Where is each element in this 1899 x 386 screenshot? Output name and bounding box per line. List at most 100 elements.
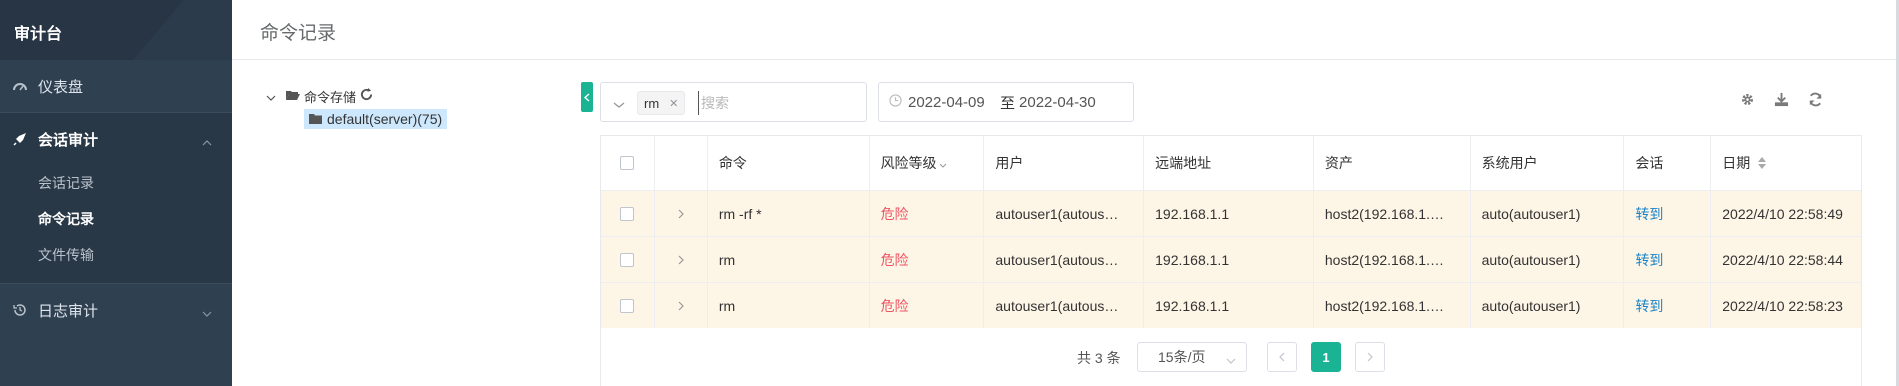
- expand-header-cell: [655, 136, 708, 190]
- sort-icon[interactable]: [1758, 157, 1767, 169]
- cell-date: 2022/4/10 22:58:23: [1722, 297, 1843, 314]
- chevron-down-icon[interactable]: [613, 96, 625, 112]
- row-checkbox[interactable]: [620, 206, 635, 221]
- column-header-session[interactable]: 会话: [1624, 136, 1712, 190]
- dashboard-icon: [12, 78, 28, 94]
- cell-system-user: auto(autouser1): [1471, 283, 1625, 328]
- cell-asset: host2(192.168.1.…: [1314, 191, 1471, 236]
- filter-tag-label: rm: [644, 95, 660, 111]
- command-table: 命令 风险等级 用户 远端地址 资产 系统用户 会话 日期 rm -rf * 危…: [600, 135, 1862, 330]
- chevron-left-icon: [1279, 352, 1285, 362]
- table-tools: [1738, 90, 1824, 108]
- chevron-right-icon[interactable]: [678, 252, 684, 268]
- date-end[interactable]: 2022-04-30: [1019, 94, 1107, 111]
- row-expand-cell: [655, 237, 708, 282]
- rocket-icon: [12, 131, 28, 147]
- table-row[interactable]: rm 危险 autouser1(autous… 192.168.1.1 host…: [601, 237, 1861, 283]
- session-audit-submenu: 会话记录 命令记录 文件传输: [0, 165, 232, 283]
- filter-tag: rm ✕: [637, 91, 686, 115]
- column-header-date[interactable]: 日期: [1711, 136, 1861, 190]
- column-header-remote[interactable]: 远端地址: [1144, 136, 1314, 190]
- storage-tree: 命令存储 default(server)(75): [266, 86, 448, 129]
- sidebar-item-dashboard[interactable]: 仪表盘: [0, 60, 232, 112]
- brand-shade: [99, 0, 232, 60]
- page-button-current[interactable]: 1: [1311, 342, 1341, 372]
- history-icon: [12, 302, 28, 318]
- goto-session-link[interactable]: 转到: [1624, 283, 1712, 328]
- chevron-down-icon: [1226, 351, 1236, 367]
- prev-page-button[interactable]: [1267, 342, 1297, 372]
- date-range-picker[interactable]: 2022-04-09 至 2022-04-30: [878, 82, 1134, 122]
- cell-user: autouser1(autous…: [984, 191, 1145, 236]
- chevron-left-icon: [584, 92, 590, 102]
- chevron-down-icon[interactable]: [266, 89, 276, 104]
- tree-toggle-button[interactable]: [581, 82, 593, 112]
- page-header: 命令记录: [232, 0, 1896, 60]
- chevron-right-icon[interactable]: [678, 206, 684, 222]
- cell-risk: 危险: [870, 191, 985, 236]
- cell-command: rm: [708, 283, 870, 328]
- cell-remote: 192.168.1.1: [1144, 283, 1314, 328]
- tree-node-label: default(server)(75): [327, 111, 443, 127]
- column-header-user[interactable]: 用户: [984, 136, 1145, 190]
- column-header-label: 风险等级: [880, 155, 937, 171]
- chevron-down-icon: [202, 304, 212, 321]
- sidebar-subitem-command-records[interactable]: 命令记录: [0, 201, 232, 237]
- pagination: 共 3 条 15条/页 1: [600, 328, 1862, 386]
- goto-session-link[interactable]: 转到: [1624, 237, 1712, 282]
- tag-search-filter[interactable]: rm ✕: [600, 82, 867, 122]
- sidebar: 审计台 仪表盘 会话审计 会话记录 命令记录 文件传输 日志审计: [0, 0, 232, 386]
- cell-remote: 192.168.1.1: [1144, 237, 1314, 282]
- page-size-value: 15条/页: [1158, 349, 1206, 365]
- search-input[interactable]: [698, 91, 848, 115]
- column-header-command[interactable]: 命令: [708, 136, 870, 190]
- cell-asset: host2(192.168.1.…: [1314, 283, 1471, 328]
- refresh-icon[interactable]: [1806, 90, 1824, 108]
- column-header-risk[interactable]: 风险等级: [870, 136, 985, 190]
- chevron-up-icon: [202, 133, 212, 150]
- refresh-icon[interactable]: [360, 88, 373, 104]
- table-row[interactable]: rm -rf * 危险 autouser1(autous… 192.168.1.…: [601, 191, 1861, 237]
- row-check-cell: [601, 191, 655, 236]
- cell-asset: host2(192.168.1.…: [1314, 237, 1471, 282]
- sidebar-subitem-file-transfer[interactable]: 文件传输: [0, 237, 232, 273]
- chevron-right-icon[interactable]: [678, 298, 684, 314]
- sidebar-item-log-audit[interactable]: 日志审计: [0, 284, 232, 336]
- filter-caret-icon[interactable]: [939, 155, 947, 171]
- date-start[interactable]: 2022-04-09: [908, 94, 996, 111]
- row-check-cell: [601, 283, 655, 328]
- sidebar-subitem-session-records[interactable]: 会话记录: [0, 165, 232, 201]
- cell-system-user: auto(autouser1): [1471, 191, 1625, 236]
- gear-icon[interactable]: [1738, 90, 1756, 108]
- tree-root[interactable]: 命令存储: [266, 86, 447, 106]
- total-count: 共 3 条: [1077, 350, 1121, 366]
- row-expand-cell: [655, 283, 708, 328]
- goto-session-link[interactable]: 转到: [1624, 191, 1712, 236]
- row-checkbox[interactable]: [620, 298, 635, 313]
- cell-remote: 192.168.1.1: [1144, 191, 1314, 236]
- select-all-checkbox[interactable]: [620, 156, 635, 170]
- cell-user: autouser1(autous…: [984, 237, 1145, 282]
- folder-open-icon: [286, 89, 300, 104]
- tree-node-default-server[interactable]: default(server)(75): [304, 109, 448, 129]
- row-checkbox[interactable]: [620, 252, 635, 267]
- cell-date: 2022/4/10 22:58:49: [1722, 205, 1843, 222]
- next-page-button[interactable]: [1355, 342, 1385, 372]
- cell-system-user: auto(autouser1): [1471, 237, 1625, 282]
- cell-command: rm: [708, 237, 870, 282]
- app-title: 审计台: [14, 26, 63, 43]
- table-row[interactable]: rm 危险 autouser1(autous… 192.168.1.1 host…: [601, 283, 1861, 329]
- column-header-asset[interactable]: 资产: [1314, 136, 1471, 190]
- cell-risk: 危险: [870, 237, 985, 282]
- brand: 审计台: [0, 0, 232, 60]
- clock-icon: [889, 93, 902, 111]
- close-icon[interactable]: ✕: [669, 97, 678, 110]
- cell-date: 2022/4/10 22:58:44: [1722, 251, 1843, 268]
- download-icon[interactable]: [1772, 90, 1790, 108]
- column-header-system-user[interactable]: 系统用户: [1471, 136, 1625, 190]
- folder-icon: [309, 111, 322, 127]
- sidebar-item-session-audit[interactable]: 会话审计: [0, 113, 232, 165]
- page-size-select[interactable]: 15条/页: [1137, 342, 1247, 372]
- select-all-cell: [601, 136, 655, 190]
- table-header: 命令 风险等级 用户 远端地址 资产 系统用户 会话 日期: [601, 136, 1861, 191]
